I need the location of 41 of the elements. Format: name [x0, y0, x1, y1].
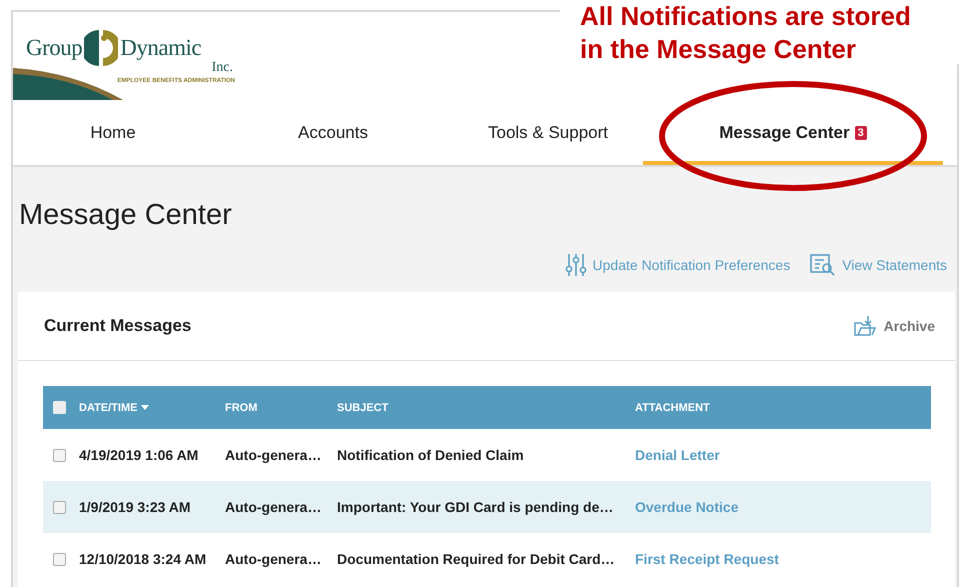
- from-cell-text: Auto-genera…: [225, 551, 322, 567]
- annotation-text: All Notifications are stored: [580, 0, 912, 33]
- from-cell-text: Auto-genera…: [225, 447, 322, 463]
- document-search-icon: [810, 254, 836, 276]
- subject-cell-text: Notification of Denied Claim: [337, 447, 525, 463]
- nav-tab[interactable]: Accounts: [213, 110, 453, 165]
- row-checkbox[interactable]: [53, 500, 66, 514]
- logo-emblem-icon: [84, 28, 118, 68]
- nav-tab[interactable]: Message Center 3: [643, 110, 943, 165]
- row-checkbox[interactable]: [53, 552, 66, 566]
- archive-folder-icon: [854, 315, 876, 337]
- message-row[interactable]: 1/9/2019 3:23 AM Auto-genera… Important: Your GDI Card is pending de… Overdue Notice: [43, 481, 931, 533]
- subject-cell-text: Documentation Required for Debit Card…: [337, 551, 616, 567]
- annotation-text: in the Message Center: [580, 33, 857, 66]
- card-title: Current Messages: [44, 316, 192, 336]
- date-cell-text: 4/19/2019 1:06 AM: [79, 447, 200, 463]
- archive-button[interactable]: Archive: [854, 315, 935, 337]
- nav-tab[interactable]: Home: [13, 110, 213, 165]
- date-cell-text: 1/9/2019 3:23 AM: [79, 499, 192, 515]
- column-header[interactable]: DATE/TIME: [79, 402, 225, 414]
- count-badge: 3: [854, 126, 867, 140]
- from-cell-text: Auto-genera…: [225, 499, 322, 515]
- column-header[interactable]: SUBJECT: [337, 402, 635, 414]
- date-cell-text: 12/10/2018 3:24 AM: [79, 551, 208, 567]
- logo-text: Group: [26, 35, 82, 61]
- page-title: Message Center: [19, 199, 233, 232]
- logo-text: Dynamic: [120, 35, 202, 61]
- sort-caret-icon: [141, 405, 150, 410]
- action-link[interactable]: View Statements: [810, 254, 947, 276]
- attachment-link[interactable]: Denial Letter: [635, 447, 931, 463]
- attachment-link[interactable]: First Receipt Request: [635, 551, 931, 567]
- column-header[interactable]: FROM: [225, 402, 337, 414]
- logo-suffix: Inc.: [212, 60, 234, 76]
- nav-tab[interactable]: Tools & Support: [453, 110, 643, 165]
- action-link[interactable]: Update Notification Preferences: [564, 253, 790, 277]
- select-all-checkbox[interactable]: [53, 401, 66, 414]
- subject-cell-text: Important: Your GDI Card is pending de…: [337, 499, 614, 515]
- attachment-link[interactable]: Overdue Notice: [635, 499, 931, 515]
- row-checkbox[interactable]: [53, 448, 66, 462]
- column-header[interactable]: ATTACHMENT: [635, 402, 931, 414]
- sliders-icon: [564, 253, 587, 277]
